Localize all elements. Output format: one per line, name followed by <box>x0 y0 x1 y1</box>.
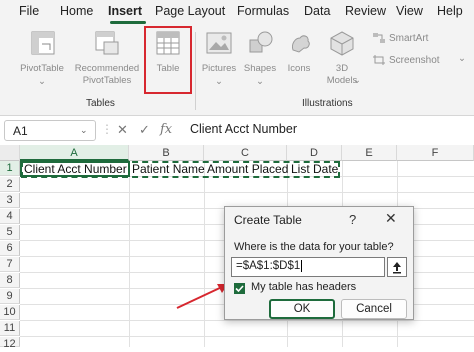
pictures-button[interactable]: Pictures ⌄ <box>198 28 240 90</box>
cancel-button[interactable]: Cancel <box>341 299 407 319</box>
table-highlight-box <box>144 26 192 94</box>
group-label-tables: Tables <box>86 98 115 109</box>
checkmark-icon <box>235 285 244 293</box>
screenshot-icon <box>372 54 386 66</box>
range-prompt: Where is the data for your table? <box>234 241 394 253</box>
row-header-4[interactable]: 4 <box>0 209 20 224</box>
insert-function-icon[interactable]: fx <box>160 122 172 137</box>
row-header-2[interactable]: 2 <box>0 177 20 192</box>
tab-view[interactable]: View <box>396 4 423 18</box>
column-header-b[interactable]: B <box>129 145 204 161</box>
headers-checkbox[interactable] <box>234 283 245 294</box>
column-header-d[interactable]: D <box>287 145 342 161</box>
help-icon[interactable]: ? <box>349 212 356 227</box>
recommended-pivottables-icon <box>94 30 120 56</box>
recommended-pivottables-button[interactable]: Recommended PivotTables <box>72 28 142 90</box>
chevron-down-icon: ⌄ <box>353 75 361 86</box>
confirm-entry-icon[interactable]: ✓ <box>139 122 150 138</box>
recommended-label-line1: Recommended <box>74 63 140 74</box>
smartart-label: SmartArt <box>389 33 429 44</box>
smartart-button[interactable]: SmartArt <box>372 30 462 46</box>
ribbon: PivotTable ⌄ Recommended PivotTables Tab… <box>0 26 474 116</box>
shapes-label: Shapes <box>243 63 277 74</box>
table-range-value: =$A$1:$D$1 <box>236 260 301 272</box>
selection-marching-ants <box>21 161 340 178</box>
name-box-value: A1 <box>13 124 28 138</box>
tab-data[interactable]: Data <box>304 4 330 18</box>
screenshot-button[interactable]: Screenshot ⌄ <box>372 52 472 68</box>
pivottable-button[interactable]: PivotTable ⌄ <box>14 28 70 90</box>
pictures-icon <box>206 32 232 54</box>
chevron-down-icon[interactable]: ⌄ <box>80 125 88 136</box>
tab-insert[interactable]: Insert <box>108 4 142 18</box>
formula-bar-grip-icon: ⋮ <box>101 122 113 136</box>
table-range-input[interactable]: =$A$1:$D$1 <box>231 257 385 277</box>
row-header-7[interactable]: 7 <box>0 257 20 272</box>
row-header-8[interactable]: 8 <box>0 273 20 288</box>
row-header-3[interactable]: 3 <box>0 193 20 208</box>
chevron-down-icon: ⌄ <box>215 76 223 87</box>
icons-label: Icons <box>287 63 311 74</box>
cube-icon <box>329 30 355 56</box>
tab-review[interactable]: Review <box>345 4 386 18</box>
formula-content[interactable]: Client Acct Number <box>190 122 297 136</box>
row-header-10[interactable]: 10 <box>0 305 20 320</box>
create-table-dialog: Create Table ? ✕ Where is the data for y… <box>224 206 414 320</box>
tab-help[interactable]: Help <box>437 4 463 18</box>
pivottable-icon <box>30 30 56 56</box>
chevron-down-icon: ⌄ <box>256 76 264 87</box>
ribbon-tab-bar: File Home Insert Page Layout Formulas Da… <box>0 0 474 26</box>
recommended-label-line2: PivotTables <box>82 75 132 86</box>
group-label-illustrations: Illustrations <box>302 98 353 109</box>
smartart-icon <box>372 32 386 44</box>
column-header-e[interactable]: E <box>342 145 397 161</box>
shapes-icon <box>248 30 274 56</box>
tab-formulas[interactable]: Formulas <box>237 4 289 18</box>
pictures-label: Pictures <box>201 63 237 74</box>
column-header-f[interactable]: F <box>397 145 474 161</box>
ok-button[interactable]: OK <box>269 299 335 319</box>
active-tab-indicator <box>110 21 146 24</box>
collapse-dialog-button[interactable] <box>387 257 407 277</box>
row-header-9[interactable]: 9 <box>0 289 20 304</box>
close-icon[interactable]: ✕ <box>385 210 397 227</box>
chevron-down-icon: ⌄ <box>458 53 466 64</box>
tab-page-layout[interactable]: Page Layout <box>155 4 225 18</box>
row-header-6[interactable]: 6 <box>0 241 20 256</box>
row-header-1[interactable]: 1 <box>0 161 20 176</box>
gridline <box>20 192 474 193</box>
tab-file[interactable]: File <box>19 4 39 18</box>
gridline <box>204 161 205 347</box>
pivottable-label: PivotTable <box>20 63 64 74</box>
chevron-down-icon: ⌄ <box>38 76 46 87</box>
3d-label-line1: 3D <box>335 63 349 74</box>
row-header-5[interactable]: 5 <box>0 225 20 240</box>
icons-button[interactable]: Icons <box>281 28 317 90</box>
cancel-entry-icon[interactable]: ✕ <box>117 122 128 138</box>
formula-bar: A1 ⌄ ⋮ ✕ ✓ fx Client Acct Number <box>0 117 474 145</box>
shapes-button[interactable]: Shapes ⌄ <box>240 28 280 90</box>
row-header-11[interactable]: 11 <box>0 321 20 336</box>
icons-icon <box>287 30 313 56</box>
ribbon-separator <box>195 32 196 110</box>
screenshot-label: Screenshot <box>389 55 440 66</box>
column-header-a[interactable]: A <box>20 145 129 161</box>
row-header-12[interactable]: 12 <box>0 337 20 350</box>
column-header-c[interactable]: C <box>204 145 287 161</box>
dialog-title: Create Table <box>234 213 302 227</box>
select-all-corner[interactable] <box>0 145 20 161</box>
gridline <box>20 336 474 337</box>
3d-models-button[interactable]: 3D Models ⌄ <box>320 28 364 90</box>
tab-home[interactable]: Home <box>60 4 93 18</box>
gridline <box>20 320 474 321</box>
upload-arrow-icon <box>393 262 401 274</box>
headers-checkbox-label[interactable]: My table has headers <box>251 281 356 293</box>
gridline <box>129 161 130 347</box>
